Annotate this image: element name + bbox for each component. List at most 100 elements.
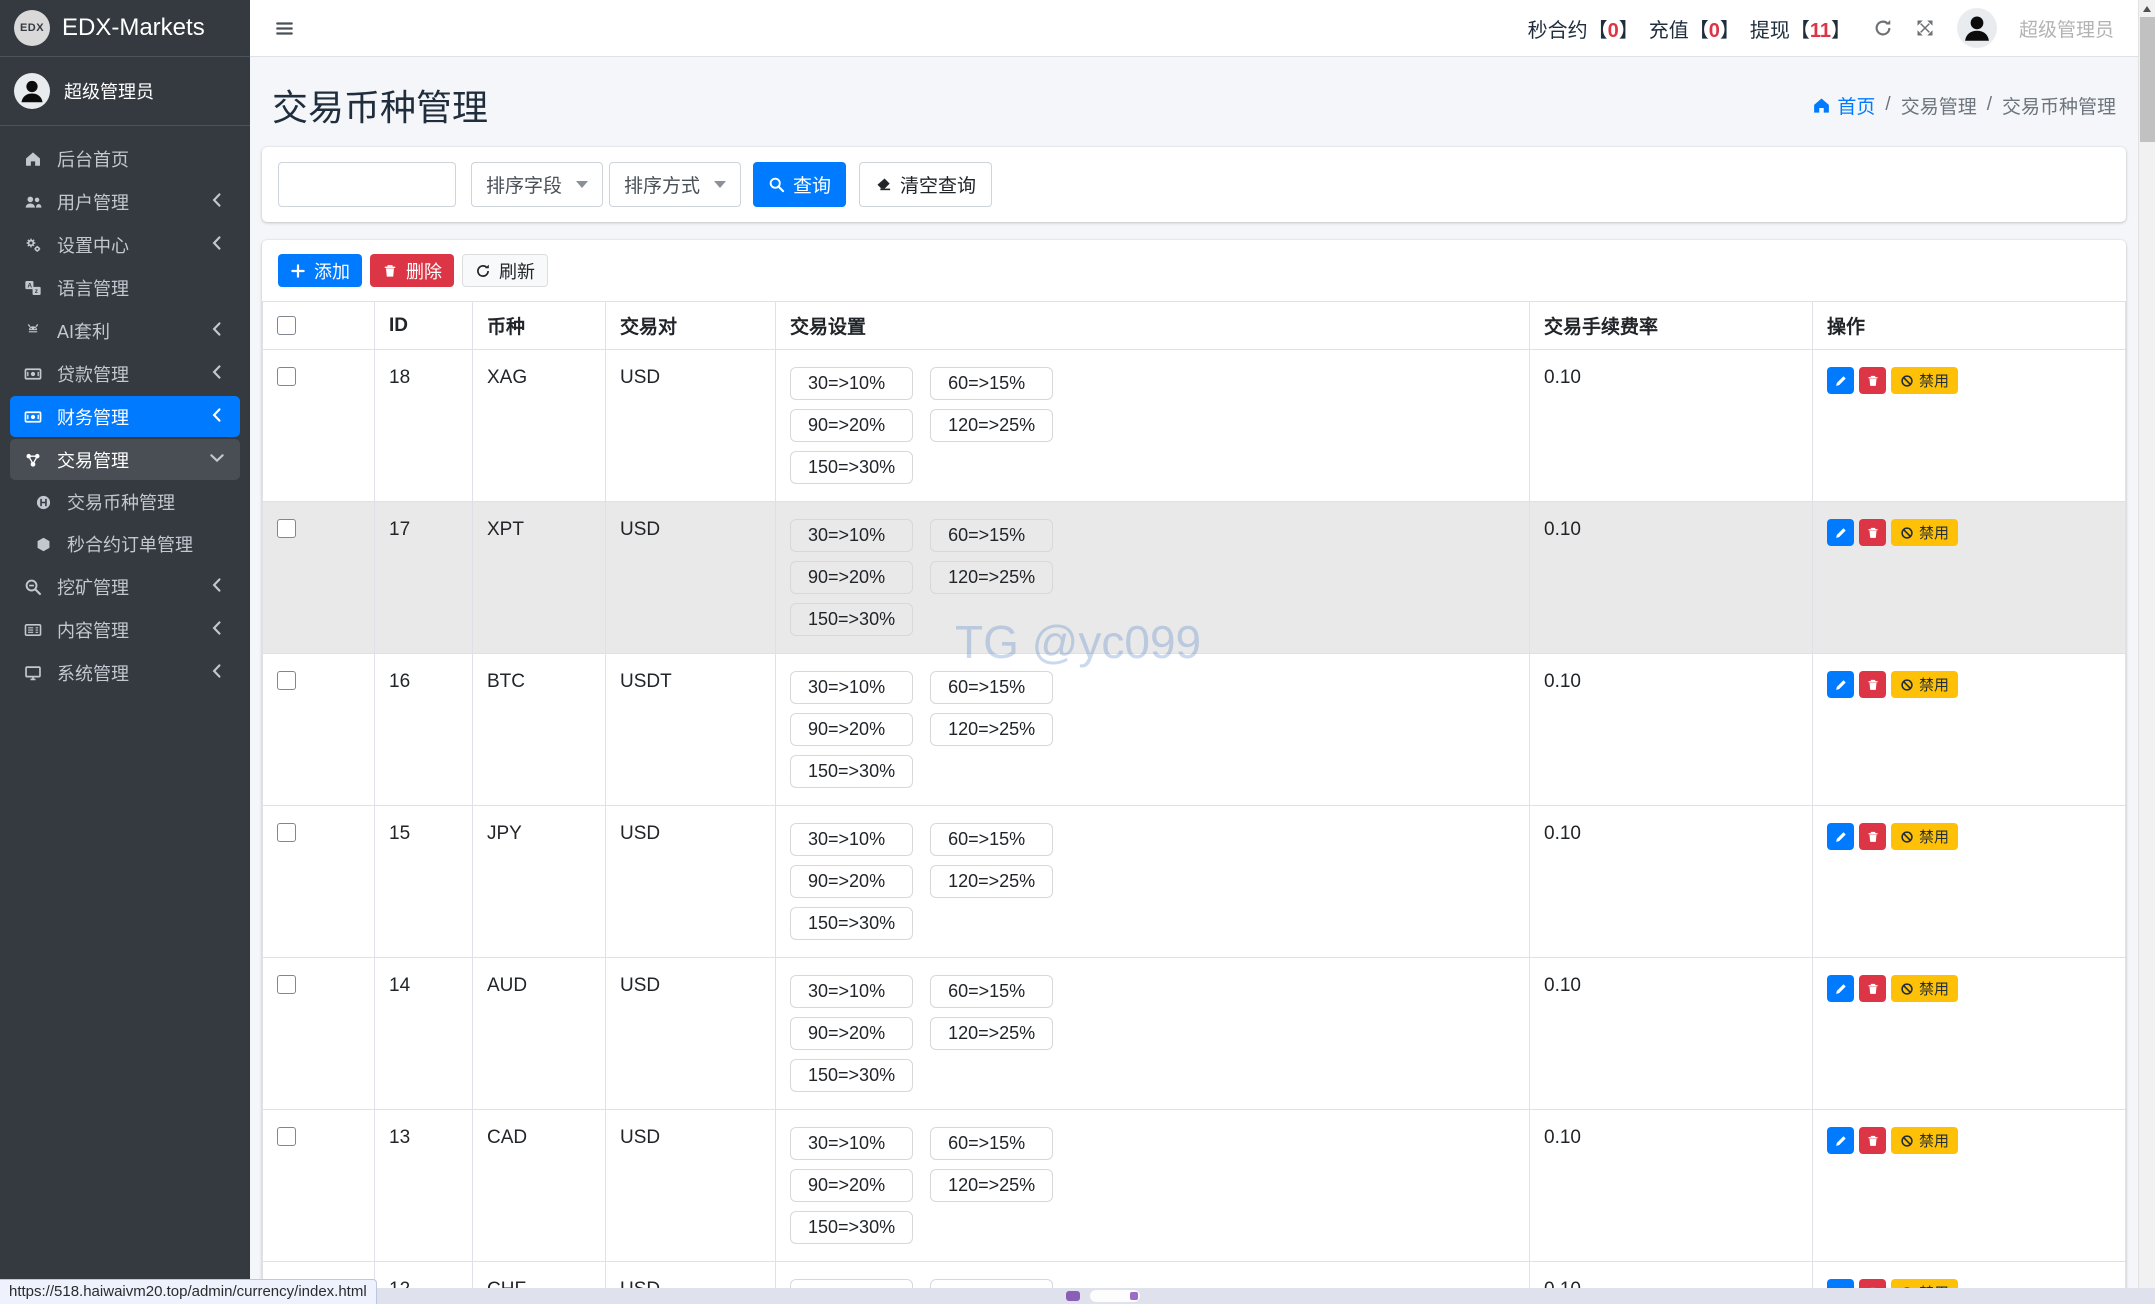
sidebar-subitem[interactable]: 秒合约订单管理 <box>10 524 240 564</box>
sidebar-username: 超级管理员 <box>64 82 154 102</box>
trade-setting-chip[interactable]: 90=>20% <box>790 865 914 898</box>
desktop-icon <box>22 664 44 682</box>
disable-button[interactable]: 禁用 <box>1891 1127 1959 1154</box>
disable-button[interactable]: 禁用 <box>1891 975 1959 1002</box>
edit-button[interactable] <box>1827 975 1854 1002</box>
brand[interactable]: EDX EDX-Markets <box>0 0 250 57</box>
delete-button-label: 删除 <box>406 261 442 282</box>
edit-button[interactable] <box>1827 671 1854 698</box>
sidebar-item[interactable]: 挖矿管理 <box>10 566 240 607</box>
trade-setting-chip[interactable]: 150=>30% <box>790 1211 914 1244</box>
disable-button[interactable]: 禁用 <box>1891 671 1959 698</box>
trade-setting-chip[interactable]: 90=>20% <box>790 409 914 442</box>
delete-row-button[interactable] <box>1859 975 1886 1002</box>
row-checkbox[interactable] <box>277 367 296 386</box>
sidebar-item[interactable]: 内容管理 <box>10 609 240 650</box>
trade-setting-chip[interactable]: 30=>10% <box>790 367 914 400</box>
sidebar-item[interactable]: 设置中心 <box>10 224 240 265</box>
vertical-scrollbar[interactable] <box>2138 0 2155 1304</box>
trade-setting-chip[interactable]: 30=>10% <box>790 823 914 856</box>
disable-button[interactable]: 禁用 <box>1891 823 1959 850</box>
row-checkbox[interactable] <box>277 671 296 690</box>
trade-setting-chip[interactable]: 150=>30% <box>790 603 914 636</box>
row-checkbox[interactable] <box>277 823 296 842</box>
row-checkbox[interactable] <box>277 975 296 994</box>
row-actions: 禁用 <box>1827 975 2111 1002</box>
cell-currency: BTC <box>472 653 606 806</box>
scroll-up-arrow-icon[interactable] <box>2143 6 2151 12</box>
edit-button[interactable] <box>1827 823 1854 850</box>
delete-row-button[interactable] <box>1859 1127 1886 1154</box>
sidebar-subitem[interactable]: 交易币种管理 <box>10 482 240 522</box>
currency-table: ID 币种 交易对 交易设置 交易手续费率 操作 18 XAG USD 30=>10% 60=>1… <box>262 301 2126 1304</box>
scrollbar-thumb[interactable] <box>2140 17 2155 142</box>
sort-field-select[interactable]: 排序字段 <box>471 162 604 207</box>
hexagon-icon <box>32 536 54 553</box>
edit-button[interactable] <box>1827 1127 1854 1154</box>
trade-setting-chip[interactable]: 120=>25% <box>930 409 1054 442</box>
delete-button[interactable]: 删除 <box>370 254 454 287</box>
sidebar-item[interactable]: 系统管理 <box>10 652 240 693</box>
cell-id: 17 <box>374 501 473 654</box>
search-button[interactable]: 查询 <box>753 162 847 207</box>
user-panel[interactable]: 超级管理员 <box>0 57 250 126</box>
sidebar-item[interactable]: 后台首页 <box>10 138 240 179</box>
trade-setting-chip[interactable]: 30=>10% <box>790 1127 914 1160</box>
menu-toggle-button[interactable] <box>274 18 295 39</box>
trade-setting-chip[interactable]: 120=>25% <box>930 1169 1054 1202</box>
row-checkbox[interactable] <box>277 1127 296 1146</box>
sidebar-item[interactable]: Az 语言管理 <box>10 267 240 308</box>
sort-field-label: 排序字段 <box>486 176 563 197</box>
sidebar-item[interactable]: 财务管理 <box>10 396 240 437</box>
delete-row-button[interactable] <box>1859 823 1886 850</box>
delete-row-button[interactable] <box>1859 671 1886 698</box>
trade-setting-chip[interactable]: 30=>10% <box>790 975 914 1008</box>
trade-setting-chip[interactable]: 60=>15% <box>930 519 1054 552</box>
trash-icon <box>1866 830 1880 844</box>
delete-row-button[interactable] <box>1859 519 1886 546</box>
trade-setting-chip[interactable]: 30=>10% <box>790 519 914 552</box>
trade-setting-chip[interactable]: 150=>30% <box>790 1059 914 1092</box>
select-all-checkbox[interactable] <box>277 316 296 335</box>
gears-icon <box>22 236 44 254</box>
stat-prefix: 充值【 <box>1648 19 1709 42</box>
sidebar-item[interactable]: 交易管理 <box>10 439 240 480</box>
disable-button[interactable]: 禁用 <box>1891 367 1959 394</box>
topbar-avatar[interactable] <box>1956 8 1997 48</box>
refresh-page-button[interactable] <box>1873 18 1893 38</box>
row-actions: 禁用 <box>1827 671 2111 698</box>
clear-search-button[interactable]: 清空查询 <box>859 162 993 207</box>
trade-setting-chip[interactable]: 150=>30% <box>790 755 914 788</box>
search-input[interactable] <box>278 162 456 207</box>
trade-setting-chip[interactable]: 120=>25% <box>930 865 1054 898</box>
trade-setting-chip[interactable]: 60=>15% <box>930 671 1054 704</box>
fullscreen-button[interactable] <box>1915 18 1935 38</box>
trade-setting-chip[interactable]: 150=>30% <box>790 907 914 940</box>
add-button[interactable]: 添加 <box>278 254 362 287</box>
trade-setting-chip[interactable]: 120=>25% <box>930 713 1054 746</box>
row-checkbox[interactable] <box>277 519 296 538</box>
sidebar-item[interactable]: 贷款管理 <box>10 353 240 394</box>
trade-setting-chip[interactable]: 90=>20% <box>790 561 914 594</box>
edit-button[interactable] <box>1827 367 1854 394</box>
sort-order-select[interactable]: 排序方式 <box>609 162 742 207</box>
trade-setting-chip[interactable]: 60=>15% <box>930 823 1054 856</box>
trade-setting-chip[interactable]: 60=>15% <box>930 975 1054 1008</box>
sidebar-item[interactable]: 用户管理 <box>10 181 240 222</box>
trade-setting-chip[interactable]: 60=>15% <box>930 1127 1054 1160</box>
delete-row-button[interactable] <box>1859 367 1886 394</box>
disable-button[interactable]: 禁用 <box>1891 519 1959 546</box>
table-row: 15 JPY USD 30=>10% 60=>15% 90=>20% 120=>25% 150… <box>262 805 2126 958</box>
trade-setting-chip[interactable]: 60=>15% <box>930 367 1054 400</box>
edit-button[interactable] <box>1827 519 1854 546</box>
trade-setting-chip[interactable]: 120=>25% <box>930 561 1054 594</box>
trade-setting-chip[interactable]: 90=>20% <box>790 1169 914 1202</box>
trade-setting-chip[interactable]: 120=>25% <box>930 1017 1054 1050</box>
sidebar-item[interactable]: AI套利 <box>10 310 240 351</box>
trade-setting-chip[interactable]: 30=>10% <box>790 671 914 704</box>
breadcrumb-item[interactable]: 首页 <box>1812 92 1875 119</box>
trade-setting-chip[interactable]: 90=>20% <box>790 713 914 746</box>
trade-setting-chip[interactable]: 90=>20% <box>790 1017 914 1050</box>
refresh-button[interactable]: 刷新 <box>462 254 548 287</box>
trade-setting-chip[interactable]: 150=>30% <box>790 451 914 484</box>
